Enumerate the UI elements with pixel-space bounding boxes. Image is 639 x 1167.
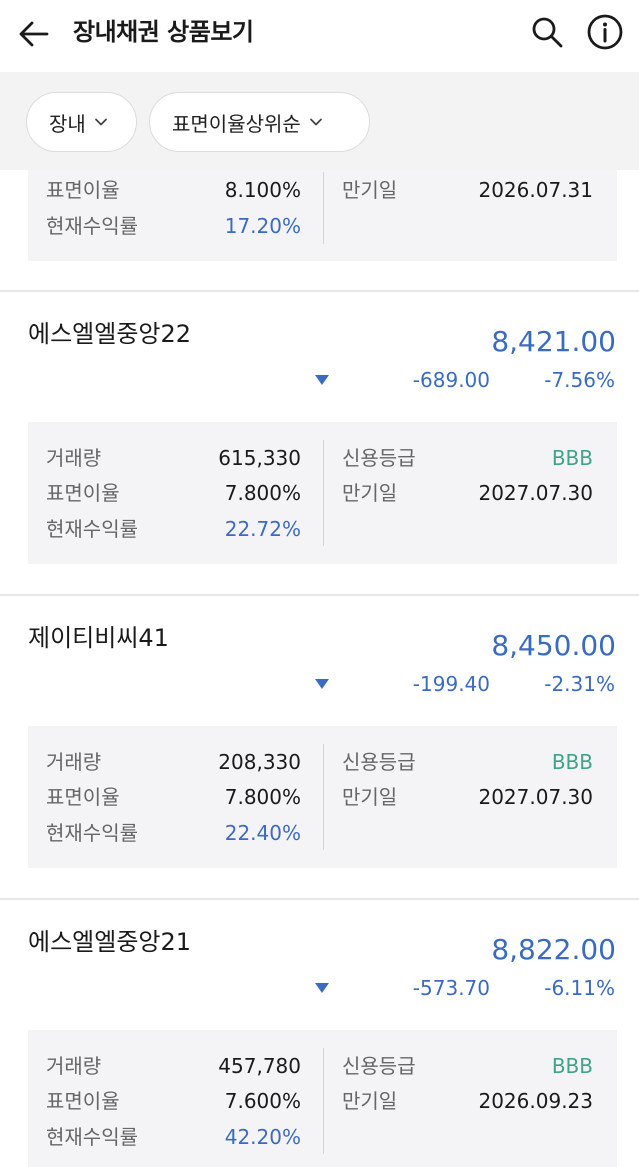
volume-label: 거래량 [46, 1054, 102, 1078]
price-change: -199.40 [412, 672, 490, 696]
volume-label: 거래량 [46, 446, 102, 470]
rating-value: BBB [551, 1054, 593, 1078]
info-icon[interactable] [586, 13, 624, 51]
yield-label: 현재수익률 [46, 214, 138, 238]
maturity-value: 2027.07.30 [478, 481, 593, 505]
yield-label: 현재수익률 [46, 517, 138, 541]
maturity-label: 만기일 [342, 1089, 398, 1113]
maturity-label: 만기일 [342, 178, 398, 202]
coupon-value: 7.800% [224, 481, 301, 505]
down-triangle-icon [315, 983, 329, 993]
column-divider [323, 744, 324, 850]
bond-info-box: 표면이율 8.100% 현재수익률 17.20% 만기일 2026.07.31 [28, 170, 617, 261]
maturity-value: 2026.09.23 [478, 1089, 593, 1113]
column-divider [323, 1048, 324, 1154]
chevron-down-icon [94, 118, 107, 126]
app-header: 장내채권 상품보기 [0, 0, 639, 72]
coupon-label: 표면이율 [46, 1089, 120, 1113]
arrow-left-icon[interactable] [14, 14, 54, 54]
bond-list-item[interactable]: 에스엘엘중앙22 8,421.00 -689.00 -7.56% 거래량 615… [0, 292, 639, 594]
bond-name: 에스엘엘중앙21 [28, 928, 192, 956]
down-triangle-icon [315, 679, 329, 689]
yield-value: 17.20% [224, 214, 301, 238]
volume-value: 457,780 [218, 1054, 301, 1078]
down-triangle-icon [315, 375, 329, 385]
price-change-percent: -7.56% [544, 368, 615, 392]
yield-label: 현재수익률 [46, 1125, 138, 1149]
bond-list-item[interactable]: 제이티비씨41 8,450.00 -199.40 -2.31% 거래량 208,… [0, 596, 639, 898]
bond-name: 에스엘엘중앙22 [28, 320, 192, 348]
column-divider [323, 440, 324, 546]
bond-info-box: 거래량 208,330 표면이율 7.800% 현재수익률 22.40% 신용등… [28, 726, 617, 868]
yield-label: 현재수익률 [46, 821, 138, 845]
column-divider [323, 172, 324, 244]
yield-value: 42.20% [224, 1125, 301, 1149]
maturity-value: 2027.07.30 [478, 785, 593, 809]
bond-name: 제이티비씨41 [28, 624, 169, 652]
filter-bar: 장내 표면이율상위순 [0, 72, 639, 170]
maturity-label: 만기일 [342, 481, 398, 505]
bond-price: 8,450.00 [491, 629, 616, 662]
market-filter-dropdown[interactable]: 장내 [26, 92, 137, 152]
volume-label: 거래량 [46, 750, 102, 774]
bond-price: 8,421.00 [491, 325, 616, 358]
price-change: -689.00 [412, 368, 490, 392]
price-change-percent: -2.31% [544, 672, 615, 696]
price-change-percent: -6.11% [544, 976, 615, 1000]
rating-label: 신용등급 [342, 446, 416, 470]
rating-value: BBB [551, 750, 593, 774]
volume-value: 615,330 [218, 446, 301, 470]
rating-label: 신용등급 [342, 1054, 416, 1078]
maturity-label: 만기일 [342, 785, 398, 809]
bond-info-box: 거래량 615,330 표면이율 7.800% 현재수익률 22.72% 신용등… [28, 422, 617, 564]
price-change: -573.70 [412, 976, 490, 1000]
coupon-label: 표면이율 [46, 178, 120, 202]
rating-value: BBB [551, 446, 593, 470]
market-filter-label: 장내 [49, 111, 86, 136]
sort-filter-dropdown[interactable]: 표면이율상위순 [149, 92, 370, 152]
bond-list-item[interactable]: 에스엘엘중앙21 8,822.00 -573.70 -6.11% 거래량 457… [0, 900, 639, 1167]
sort-filter-label: 표면이율상위순 [172, 111, 301, 136]
rating-label: 신용등급 [342, 750, 416, 774]
coupon-value: 7.800% [224, 785, 301, 809]
page-title: 장내채권 상품보기 [73, 18, 254, 46]
yield-value: 22.72% [224, 517, 301, 541]
bond-info-box: 거래량 457,780 표면이율 7.600% 현재수익률 42.20% 신용등… [28, 1030, 617, 1167]
bond-price: 8,822.00 [491, 933, 616, 966]
coupon-label: 표면이율 [46, 481, 120, 505]
yield-value: 22.40% [224, 821, 301, 845]
volume-value: 208,330 [218, 750, 301, 774]
search-icon[interactable] [529, 14, 565, 50]
coupon-value: 7.600% [224, 1089, 301, 1113]
maturity-value: 2026.07.31 [478, 178, 593, 202]
coupon-value: 8.100% [224, 178, 301, 202]
coupon-label: 표면이율 [46, 785, 120, 809]
chevron-down-icon [309, 118, 322, 126]
